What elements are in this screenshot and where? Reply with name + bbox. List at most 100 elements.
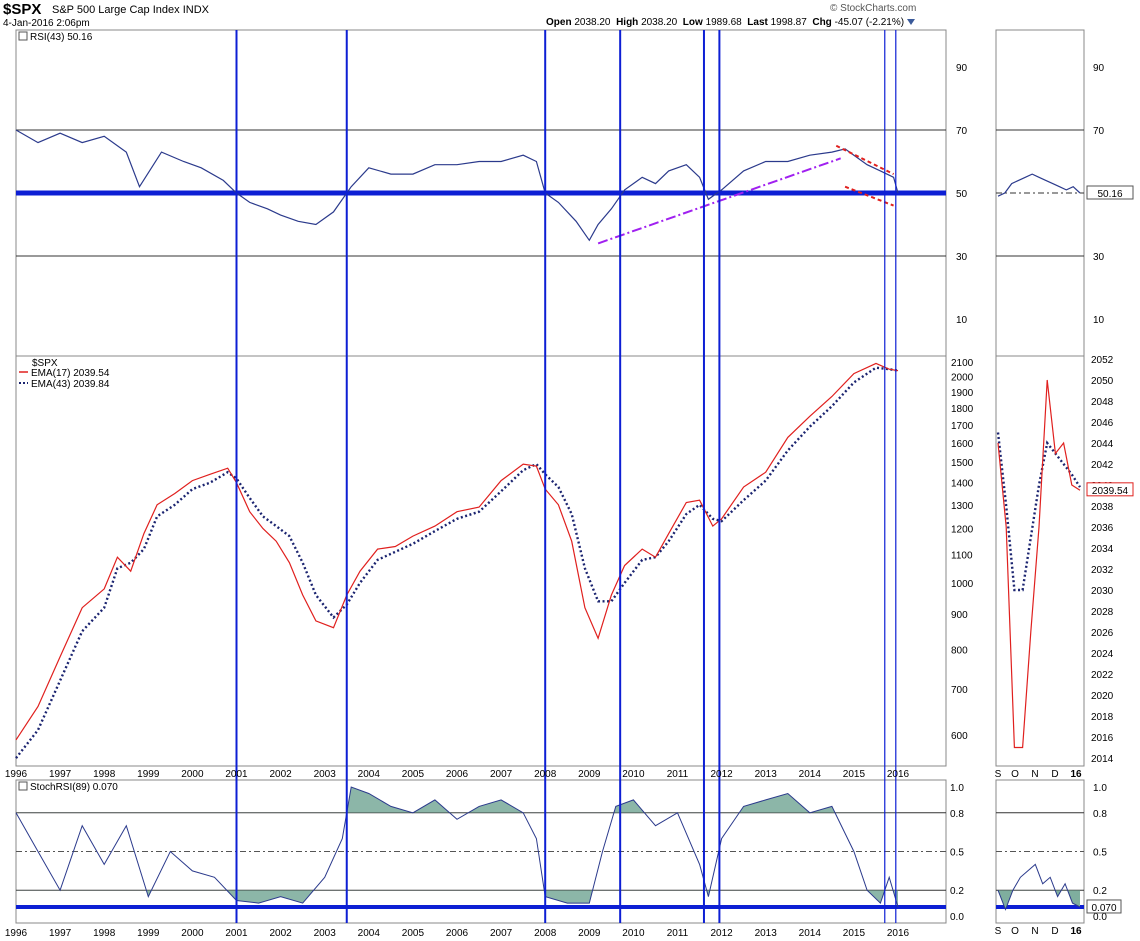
inset-price-ytick-2020: 2020 bbox=[1091, 691, 1114, 702]
xtick-top-2003: 2003 bbox=[314, 769, 337, 780]
inset-price-ytick-2048: 2048 bbox=[1091, 397, 1114, 408]
stoch-legend: StochRSI(89) 0.070 bbox=[30, 782, 118, 793]
xtick-bottom-2014: 2014 bbox=[799, 928, 822, 939]
inset-price-ytick-2034: 2034 bbox=[1091, 544, 1114, 555]
price-ytick-600: 600 bbox=[951, 731, 968, 742]
inset-price-ytick-2042: 2042 bbox=[1091, 460, 1114, 471]
inset-price-ytick-2052: 2052 bbox=[1091, 355, 1114, 366]
xtick-bottom-2001: 2001 bbox=[225, 928, 248, 939]
xtick-top-1999: 1999 bbox=[137, 769, 160, 780]
xtick-bottom-2007: 2007 bbox=[490, 928, 513, 939]
inset-xtick-top-S: S bbox=[995, 769, 1002, 780]
xtick-bottom-2008: 2008 bbox=[534, 928, 557, 939]
inset-price-ytick-2046: 2046 bbox=[1091, 418, 1114, 429]
price-ytick-1900: 1900 bbox=[951, 388, 974, 399]
stoch-ytick-0.8: 0.8 bbox=[950, 809, 964, 820]
xtick-top-2010: 2010 bbox=[622, 769, 645, 780]
xtick-top-2005: 2005 bbox=[402, 769, 425, 780]
xtick-bottom-2011: 2011 bbox=[667, 928, 689, 939]
inset-rsi-ytick-10: 10 bbox=[1093, 315, 1105, 326]
panel-frame-price bbox=[15, 355, 947, 767]
stoch-ytick-0.2: 0.2 bbox=[950, 886, 964, 897]
price-ytick-1500: 1500 bbox=[951, 458, 974, 469]
xtick-top-2008: 2008 bbox=[534, 769, 557, 780]
xtick-top-2004: 2004 bbox=[358, 769, 381, 780]
xtick-top-1997: 1997 bbox=[49, 769, 72, 780]
xtick-bottom-2002: 2002 bbox=[269, 928, 292, 939]
xtick-top-2015: 2015 bbox=[843, 769, 866, 780]
inset-xtick-bottom-D: D bbox=[1051, 926, 1058, 937]
xtick-top-1998: 1998 bbox=[93, 769, 116, 780]
xtick-top-2000: 2000 bbox=[181, 769, 204, 780]
ema43-legend: EMA(43) 2039.84 bbox=[31, 379, 110, 390]
xtick-bottom-1996: 1996 bbox=[5, 928, 28, 939]
inset-price-ytick-2014: 2014 bbox=[1091, 754, 1114, 765]
xtick-bottom-2016: 2016 bbox=[887, 928, 910, 939]
inset-price-value: 2039.54 bbox=[1092, 486, 1129, 497]
inset-rsi-ytick-70: 70 bbox=[1093, 126, 1105, 137]
inset-rsi-ytick-90: 90 bbox=[1093, 63, 1105, 74]
xtick-bottom-2003: 2003 bbox=[314, 928, 337, 939]
xtick-top-2002: 2002 bbox=[269, 769, 292, 780]
xtick-bottom-2004: 2004 bbox=[358, 928, 381, 939]
rsi-legend: RSI(43) 50.16 bbox=[30, 32, 93, 43]
price-ytick-1800: 1800 bbox=[951, 404, 974, 415]
inset-stoch-ytick-0.5: 0.5 bbox=[1093, 848, 1107, 859]
xtick-bottom-2000: 2000 bbox=[181, 928, 204, 939]
inset-price-ytick-2016: 2016 bbox=[1091, 733, 1114, 744]
inset-xtick-top-O: O bbox=[1011, 769, 1019, 780]
xtick-bottom-2005: 2005 bbox=[402, 928, 425, 939]
stoch-ytick-0.5: 0.5 bbox=[950, 848, 964, 859]
inset-stoch-value: 0.070 bbox=[1091, 903, 1116, 914]
price-ytick-1200: 1200 bbox=[951, 525, 974, 536]
inset-xtick-bottom-16: 16 bbox=[1070, 926, 1082, 937]
price-ytick-2100: 2100 bbox=[951, 358, 974, 369]
xtick-bottom-2006: 2006 bbox=[446, 928, 469, 939]
inset-xtick-top-D: D bbox=[1051, 769, 1058, 780]
rsi-ytick-70: 70 bbox=[956, 126, 968, 137]
inset-price-ytick-2036: 2036 bbox=[1091, 523, 1114, 534]
xtick-top-2001: 2001 bbox=[225, 769, 248, 780]
rsi-ytick-10: 10 bbox=[956, 315, 968, 326]
xtick-top-2012: 2012 bbox=[710, 769, 733, 780]
inset-rsi-value: 50.16 bbox=[1097, 189, 1122, 200]
rsi-ytick-90: 90 bbox=[956, 63, 968, 74]
inset-stoch-ytick-1.0: 1.0 bbox=[1093, 783, 1107, 794]
inset-price-ytick-2018: 2018 bbox=[1091, 712, 1114, 723]
inset-xtick-bottom-S: S bbox=[995, 926, 1002, 937]
chart-canvas: 90 70 50 30 10 RSI(43) 50.16 2100 2000 1900 1800… bbox=[5, 29, 1134, 939]
xtick-bottom-2009: 2009 bbox=[578, 928, 601, 939]
rsi-ytick-50: 50 bbox=[956, 189, 968, 200]
inset-price-ytick-2022: 2022 bbox=[1091, 670, 1114, 681]
inset-xtick-bottom-N: N bbox=[1031, 926, 1038, 937]
stoch-ytick-0.0: 0.0 bbox=[950, 912, 964, 923]
price-ytick-2000: 2000 bbox=[951, 373, 974, 384]
xtick-bottom-2012: 2012 bbox=[710, 928, 733, 939]
stoch-ytick-1.0: 1.0 bbox=[950, 783, 964, 794]
price-ytick-1300: 1300 bbox=[951, 501, 974, 512]
inset-price-ytick-2050: 2050 bbox=[1091, 376, 1114, 387]
inset-price-ytick-2044: 2044 bbox=[1091, 439, 1114, 450]
xtick-bottom-1997: 1997 bbox=[49, 928, 72, 939]
inset-rsi-ytick-30: 30 bbox=[1093, 252, 1105, 263]
inset-price-ytick-2028: 2028 bbox=[1091, 607, 1114, 618]
xtick-bottom-2013: 2013 bbox=[755, 928, 778, 939]
ema17-legend: EMA(17) 2039.54 bbox=[31, 368, 110, 379]
xtick-top-2016: 2016 bbox=[887, 769, 910, 780]
panel-frames bbox=[15, 29, 1085, 924]
price-ytick-1400: 1400 bbox=[951, 479, 974, 490]
inset-price-ytick-2032: 2032 bbox=[1091, 565, 1114, 576]
price-ytick-900: 900 bbox=[951, 610, 968, 621]
inset-stoch-ytick-0.2: 0.2 bbox=[1093, 886, 1107, 897]
xtick-bottom-2010: 2010 bbox=[622, 928, 645, 939]
xtick-top-2007: 2007 bbox=[490, 769, 513, 780]
rsi-ytick-30: 30 bbox=[956, 252, 968, 263]
inset-stoch-ytick-0.8: 0.8 bbox=[1093, 809, 1107, 820]
price-ytick-700: 700 bbox=[951, 685, 968, 696]
xtick-top-2009: 2009 bbox=[578, 769, 601, 780]
inset-price-ytick-2024: 2024 bbox=[1091, 649, 1114, 660]
inset-price-ytick-2030: 2030 bbox=[1091, 586, 1114, 597]
inset-price-ytick-2038: 2038 bbox=[1091, 502, 1114, 513]
xtick-top-2014: 2014 bbox=[799, 769, 822, 780]
inset-xtick-top-16: 16 bbox=[1070, 769, 1082, 780]
